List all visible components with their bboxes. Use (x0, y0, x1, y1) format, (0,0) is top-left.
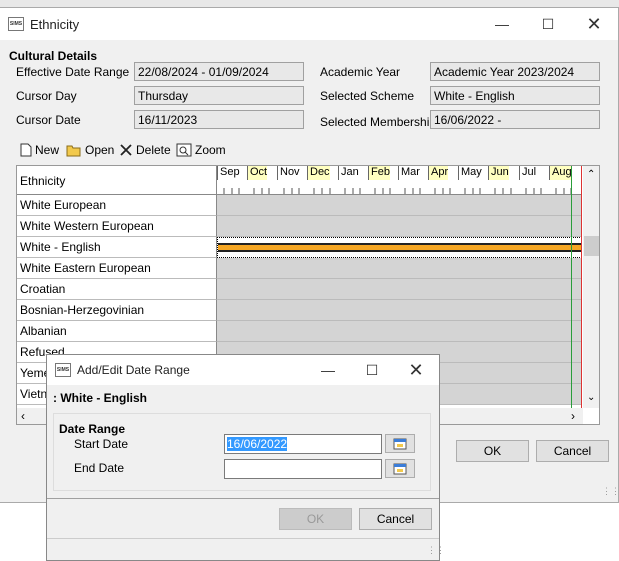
row-timeline[interactable] (217, 321, 582, 342)
day-ticks (223, 188, 572, 194)
maximize-icon[interactable]: ☐ (349, 355, 395, 385)
cursor-day-label: Cursor Day (16, 89, 77, 103)
cursor-date-field: 16/11/2023 (134, 110, 304, 129)
vertical-scrollbar[interactable]: ⌃ ⌄ (583, 166, 599, 408)
end-date-label: End Date (74, 461, 125, 475)
month-label: Dec (307, 166, 330, 180)
dialog-ok-button[interactable]: OK (279, 508, 352, 530)
row-timeline[interactable] (217, 195, 582, 216)
ok-button[interactable]: OK (456, 440, 529, 462)
minimize-icon[interactable]: — (479, 8, 525, 40)
open-label: Open (85, 143, 115, 157)
list-item[interactable]: Albanian (17, 321, 217, 342)
month-label: Jan (338, 166, 359, 180)
selected-scheme-field: White - English (430, 86, 600, 105)
month-label: Oct (247, 166, 268, 180)
timeline-header: Sep Oct Nov Dec Jan Feb Mar Apr May Jun … (217, 166, 582, 195)
month-label: Apr (428, 166, 449, 180)
month-label: Nov (277, 166, 300, 180)
end-date-calendar-button[interactable] (385, 459, 415, 478)
effective-date-range-field: 22/08/2024 - 01/09/2024 (134, 62, 304, 81)
list-item[interactable]: White European (17, 195, 217, 216)
end-date-input[interactable] (224, 459, 382, 479)
end-line (581, 166, 582, 408)
open-folder-icon (66, 145, 81, 157)
maximize-icon[interactable]: ☐ (525, 8, 571, 40)
delete-label: Delete (136, 143, 171, 157)
row-timeline[interactable] (217, 258, 582, 279)
grid-header-ethnicity: Ethnicity (17, 166, 217, 195)
new-button[interactable]: New (20, 143, 59, 157)
month-label: Sep (217, 166, 240, 180)
start-date-calendar-button[interactable] (385, 434, 415, 453)
selected-scheme-label: Selected Scheme (320, 89, 415, 103)
zoom-label: Zoom (195, 143, 226, 157)
month-label: Feb (368, 166, 390, 180)
row-timeline[interactable] (217, 216, 582, 237)
new-document-icon (20, 143, 32, 157)
dialog-title: Add/Edit Date Range (77, 363, 190, 377)
scroll-thumb[interactable] (584, 236, 599, 256)
start-date-value: 16/06/2022 (227, 437, 288, 451)
selected-membership-field: 16/06/2022 - (430, 110, 600, 129)
month-label: Jun (488, 166, 509, 180)
resize-grip-icon[interactable]: ⋮⋮ (427, 545, 445, 556)
cursor-line (571, 166, 572, 408)
effective-date-range-label: Effective Date Range (16, 65, 130, 79)
close-icon[interactable]: ✕ (393, 355, 439, 385)
month-label: May (458, 166, 482, 180)
academic-year-field: Academic Year 2023/2024 (430, 62, 600, 81)
add-edit-date-range-dialog: SIMS Add/Edit Date Range — ☐ ✕ : White -… (46, 354, 445, 561)
month-label: Aug (549, 166, 572, 180)
close-icon[interactable]: ✕ (571, 8, 617, 40)
dialog-title-bar: SIMS Add/Edit Date Range — ☐ ✕ (47, 355, 439, 385)
dialog-cancel-button[interactable]: Cancel (359, 508, 432, 530)
cancel-button[interactable]: Cancel (536, 440, 609, 462)
zoom-button[interactable]: Zoom (176, 143, 226, 157)
row-timeline-selected[interactable] (217, 237, 582, 258)
delete-button[interactable]: Delete (119, 143, 171, 157)
dialog-divider (47, 498, 439, 499)
sims-app-icon: SIMS (55, 363, 71, 377)
delete-x-icon (120, 144, 132, 156)
list-item[interactable]: White Eastern European (17, 258, 217, 279)
date-range-group-title: Date Range (59, 422, 126, 436)
row-timeline[interactable] (217, 300, 582, 321)
dialog-status-divider (47, 538, 439, 539)
row-timeline[interactable] (217, 279, 582, 300)
scroll-up-icon[interactable]: ⌃ (587, 169, 595, 180)
zoom-icon (176, 143, 192, 157)
title-bar: SIMS Ethnicity — ☐ ✕ (0, 8, 618, 40)
sims-app-icon: SIMS (8, 17, 24, 31)
month-label: Jul (519, 166, 536, 180)
start-date-input[interactable]: 16/06/2022 (224, 434, 382, 454)
window-title: Ethnicity (30, 17, 80, 32)
calendar-icon (393, 463, 407, 474)
minimize-icon[interactable]: — (305, 355, 351, 385)
academic-year-label: Academic Year (320, 65, 401, 79)
list-item[interactable]: Bosnian-Herzegovinian (17, 300, 217, 321)
dialog-subtitle: : White - English (53, 391, 147, 405)
membership-bar[interactable] (218, 243, 581, 252)
scroll-down-icon[interactable]: ⌄ (587, 392, 595, 403)
cursor-day-field: Thursday (134, 86, 304, 105)
selected-membership-label: Selected Membership (320, 115, 437, 129)
list-item[interactable]: White Western European (17, 216, 217, 237)
section-title: Cultural Details (9, 49, 98, 63)
cursor-date-label: Cursor Date (16, 113, 81, 127)
scroll-left-icon[interactable]: ‹ (21, 409, 25, 423)
calendar-icon (393, 438, 407, 449)
new-label: New (35, 143, 60, 157)
resize-grip-icon[interactable]: ⋮⋮ (602, 486, 619, 497)
open-button[interactable]: Open (66, 143, 114, 157)
list-item[interactable]: Croatian (17, 279, 217, 300)
list-item[interactable]: White - English (17, 237, 217, 258)
start-date-label: Start Date (74, 437, 129, 451)
month-label: Mar (398, 166, 420, 180)
scroll-right-icon[interactable]: › (571, 409, 575, 423)
